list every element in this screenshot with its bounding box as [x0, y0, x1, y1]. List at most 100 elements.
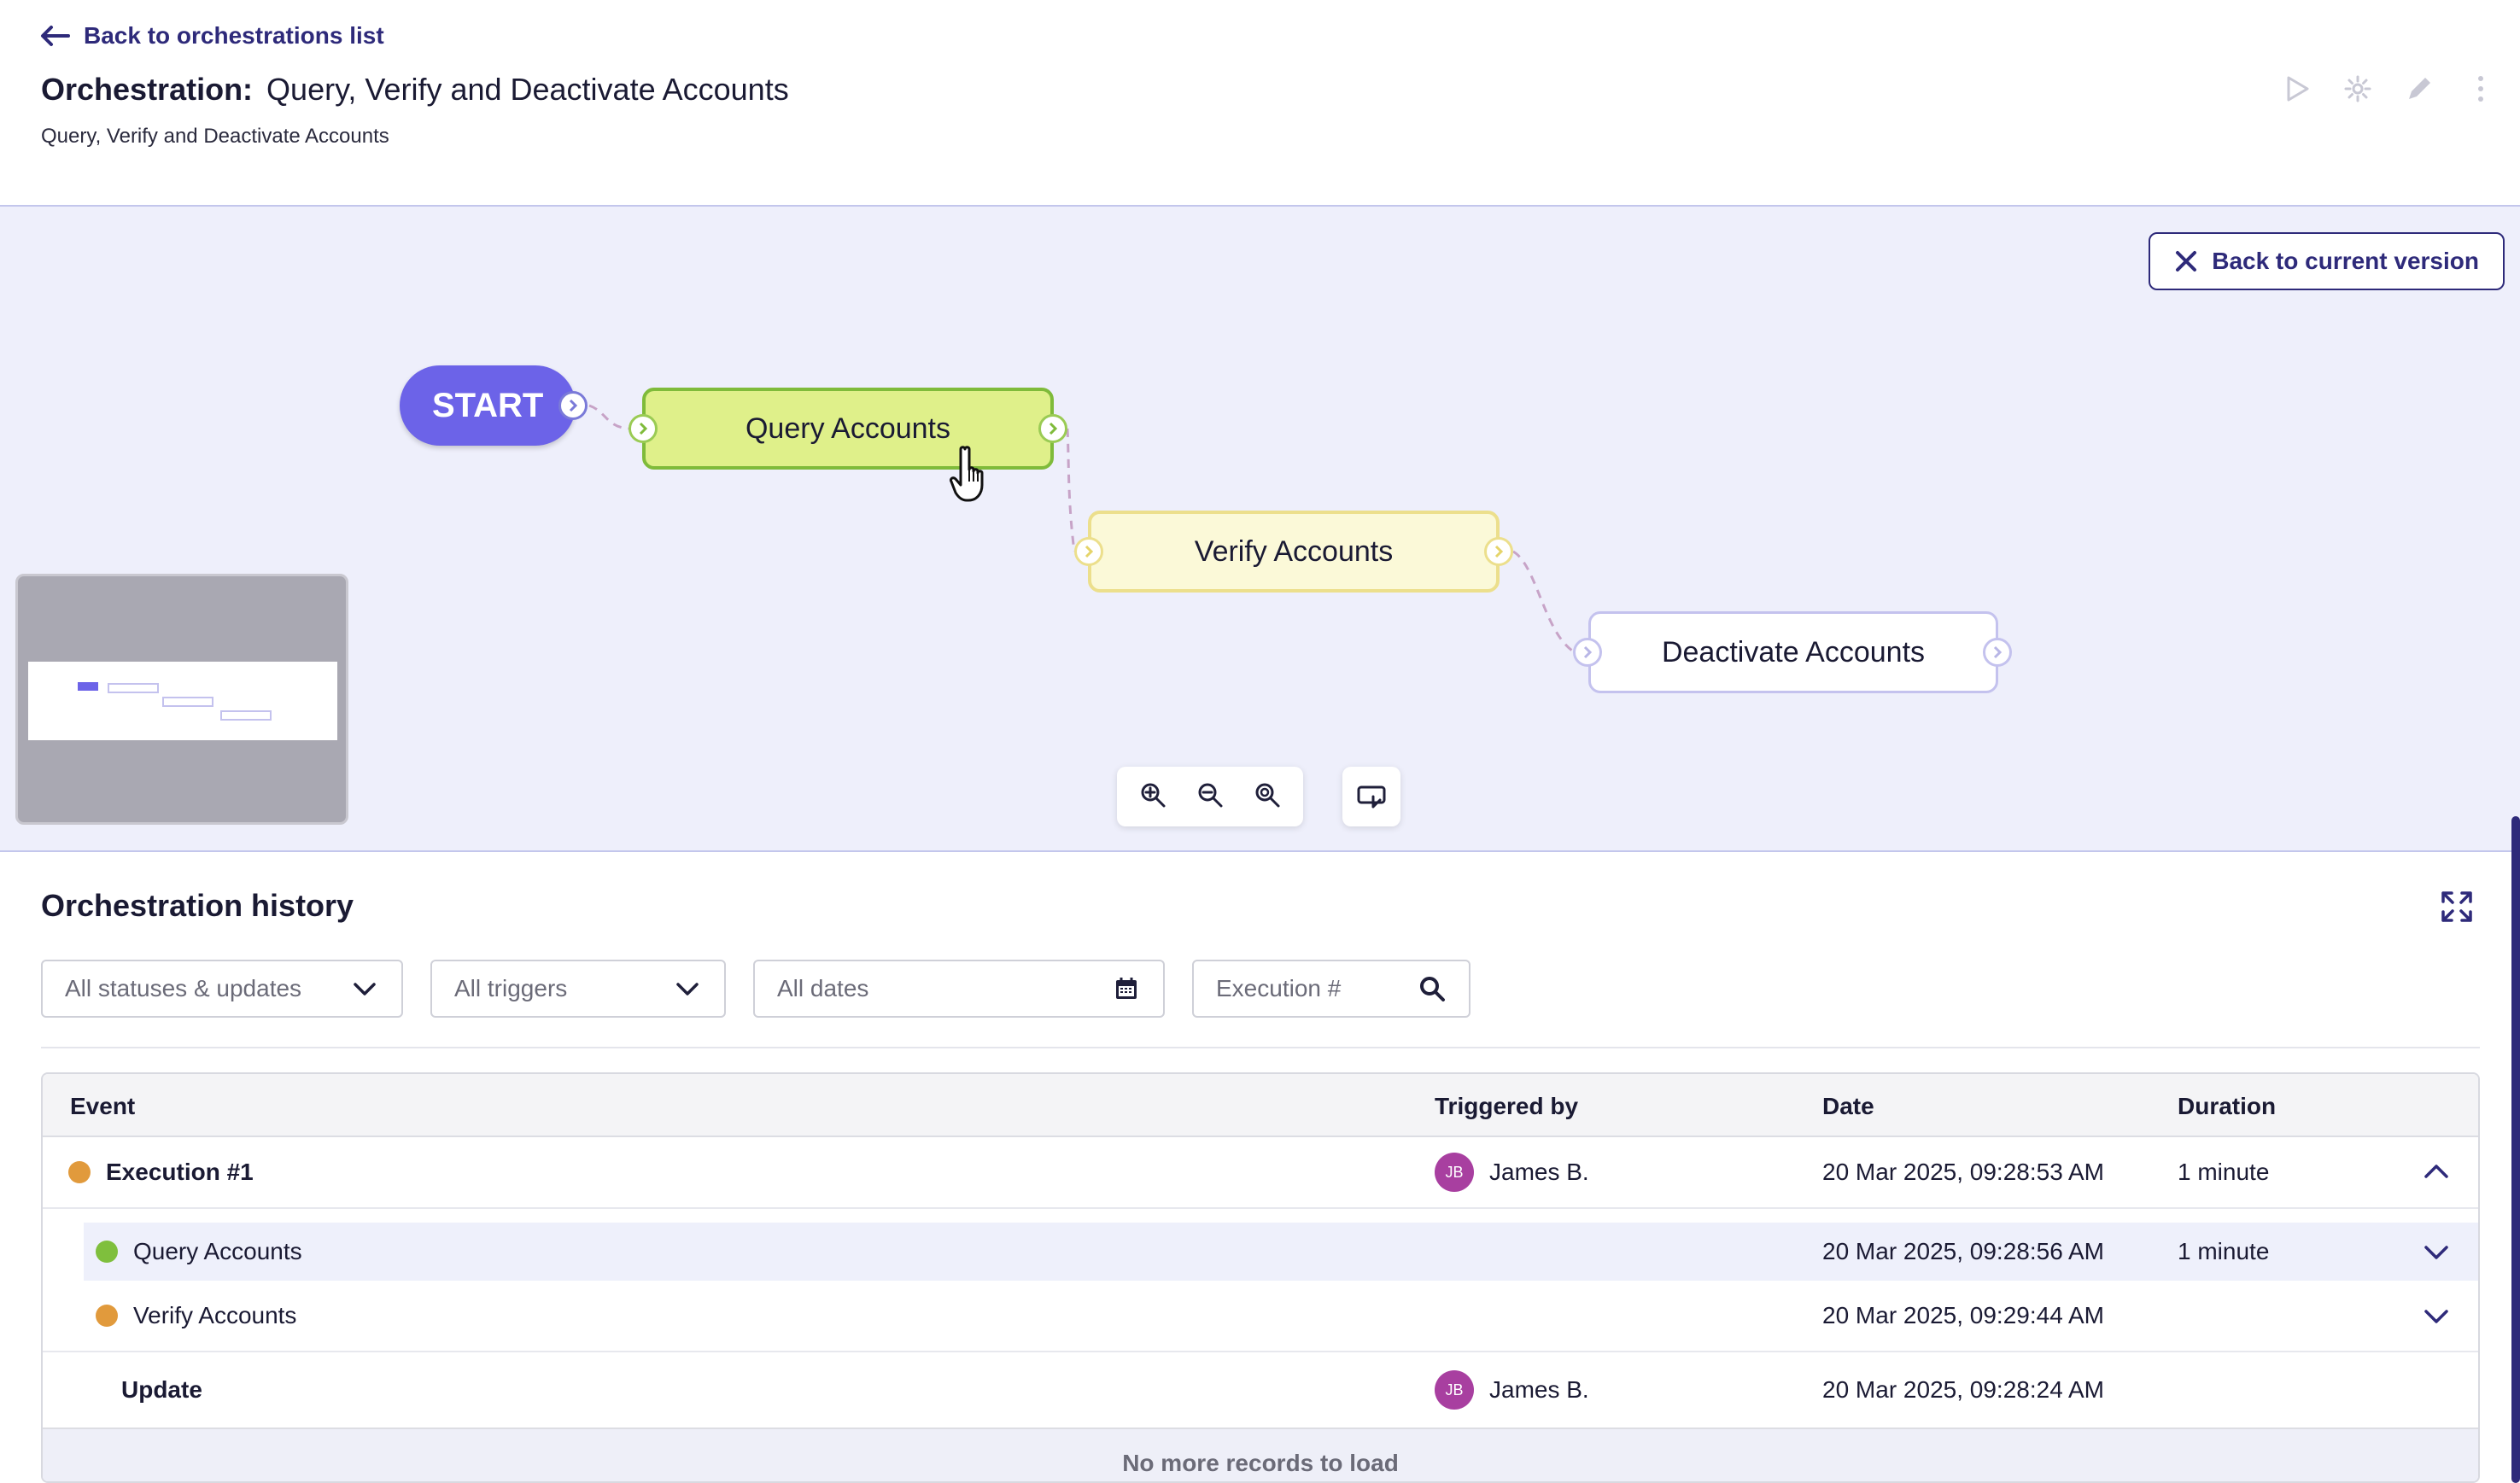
table-row-update[interactable]: Update JB James B. 20 Mar 2025, 09:28:24…	[43, 1352, 2478, 1429]
no-more-records: No more records to load	[43, 1429, 2478, 1481]
chevron-down-icon[interactable]	[2422, 1237, 2451, 1266]
chevron-right-icon	[1993, 645, 2003, 659]
date-cell: 20 Mar 2025, 09:29:44 AM	[1822, 1302, 2104, 1328]
zoom-in-button[interactable]	[1139, 781, 1166, 813]
chevron-down-icon	[354, 983, 376, 995]
status-dot	[68, 1161, 91, 1183]
title-label: Orchestration:	[41, 72, 254, 107]
zoom-out-icon	[1198, 783, 1223, 807]
table-subrow-query[interactable]: Query Accounts 20 Mar 2025, 09:28:56 AM …	[84, 1223, 2478, 1281]
column-date: Date	[1822, 1093, 1874, 1119]
deactivate-input-port[interactable]	[1573, 638, 1602, 667]
date-cell: 20 Mar 2025, 09:28:53 AM	[1822, 1159, 2104, 1185]
zoom-reset-button[interactable]	[1254, 781, 1281, 813]
node-label: Verify Accounts	[1194, 534, 1394, 568]
status-filter-value: All statuses & updates	[65, 975, 302, 1001]
start-output-port[interactable]	[558, 391, 588, 420]
minimap-viewport	[28, 662, 337, 740]
close-icon	[2176, 251, 2197, 271]
more-vertical-icon	[2478, 76, 2483, 102]
start-node[interactable]: START	[400, 365, 576, 446]
node-verify-accounts[interactable]: Verify Accounts	[1088, 511, 1500, 593]
history-filters: All statuses & updates All triggers All …	[41, 960, 1470, 1018]
node-label: Query Accounts	[745, 412, 950, 445]
settings-button[interactable]	[2342, 72, 2373, 106]
event-name: Update	[121, 1376, 202, 1403]
filters-divider	[41, 1047, 2480, 1048]
zoom-controls	[1117, 767, 1303, 826]
page-subtitle: Query, Verify and Deactivate Accounts	[41, 125, 389, 148]
user-name: James B.	[1489, 1159, 1589, 1185]
column-event: Event	[70, 1093, 136, 1119]
triggered-by-cell: JB James B.	[1435, 1153, 1589, 1192]
execution-search-placeholder: Execution #	[1216, 975, 1342, 1001]
table-row-execution[interactable]: Execution #1 JB James B. 20 Mar 2025, 09…	[43, 1137, 2478, 1209]
chevron-right-icon	[639, 422, 648, 435]
event-name: Verify Accounts	[133, 1302, 297, 1328]
chevron-up-icon[interactable]	[2422, 1158, 2451, 1187]
pencil-icon	[2409, 78, 2430, 99]
duration-cell: 1 minute	[2178, 1238, 2270, 1264]
expand-icon[interactable]	[2440, 890, 2474, 924]
search-icon	[1420, 977, 1445, 1001]
chevron-right-icon	[569, 399, 578, 412]
trigger-filter-select[interactable]: All triggers	[430, 960, 726, 1018]
node-deactivate-accounts[interactable]: Deactivate Accounts	[1588, 611, 1998, 693]
arrow-left-icon	[41, 26, 70, 46]
chevron-down-icon[interactable]	[2422, 1301, 2451, 1330]
fit-to-screen-button[interactable]	[1342, 767, 1400, 826]
run-button[interactable]	[2281, 72, 2312, 106]
trigger-filter-value: All triggers	[454, 975, 568, 1001]
date-filter-input[interactable]: All dates	[753, 960, 1165, 1018]
page-title: Orchestration: Query, Verify and Deactiv…	[41, 72, 789, 108]
status-filter-select[interactable]: All statuses & updates	[41, 960, 403, 1018]
table-subrow-verify[interactable]: Verify Accounts 20 Mar 2025, 09:29:44 AM	[43, 1281, 2478, 1352]
event-cell: Query Accounts	[96, 1238, 302, 1265]
back-version-label: Back to current version	[2212, 248, 2479, 274]
back-to-list-link[interactable]: Back to orchestrations list	[39, 22, 384, 50]
more-options-button[interactable]	[2465, 72, 2496, 106]
status-dot	[96, 1305, 118, 1327]
event-cell: Update	[121, 1376, 202, 1404]
history-table: Event Triggered by Date Duration Executi…	[41, 1072, 2480, 1483]
chevron-right-icon	[1494, 545, 1504, 558]
verify-input-port[interactable]	[1074, 537, 1103, 566]
minimap-nodes	[78, 682, 272, 721]
zoom-out-button[interactable]	[1196, 781, 1224, 813]
triggered-by-cell: JB James B.	[1435, 1370, 1589, 1410]
event-name: Execution #1	[106, 1159, 254, 1185]
back-link-label: Back to orchestrations list	[84, 22, 384, 49]
orchestration-canvas[interactable]: Back to current version START Query Acco…	[0, 207, 2520, 852]
edit-button[interactable]	[2404, 72, 2435, 106]
deactivate-output-port[interactable]	[1983, 638, 2012, 667]
gear-icon	[2344, 75, 2371, 102]
event-cell: Verify Accounts	[96, 1302, 296, 1329]
chevron-right-icon	[1049, 422, 1058, 435]
date-cell: 20 Mar 2025, 09:28:24 AM	[1822, 1376, 2104, 1403]
play-icon	[2287, 76, 2309, 102]
node-label: Deactivate Accounts	[1661, 635, 1926, 669]
query-output-port[interactable]	[1038, 414, 1067, 443]
avatar: JB	[1435, 1370, 1474, 1410]
back-to-current-version-button[interactable]: Back to current version	[2149, 232, 2505, 290]
chevron-right-icon	[1085, 545, 1094, 558]
title-value: Query, Verify and Deactivate Accounts	[266, 72, 789, 107]
history-title: Orchestration history	[41, 888, 354, 923]
execution-search-input[interactable]: Execution #	[1192, 960, 1470, 1018]
user-name: James B.	[1489, 1376, 1589, 1403]
hand-cursor-icon	[950, 446, 984, 502]
orchestration-history-panel: Orchestration history All statuses & upd…	[0, 852, 2520, 1483]
query-input-port[interactable]	[629, 414, 658, 443]
header-actions	[2281, 72, 2496, 106]
scrollbar-thumb[interactable]	[2511, 816, 2520, 1483]
column-duration: Duration	[2178, 1093, 2277, 1119]
duration-cell: 1 minute	[2178, 1159, 2270, 1185]
date-filter-value: All dates	[777, 975, 869, 1001]
avatar: JB	[1435, 1153, 1474, 1192]
minimap[interactable]	[15, 574, 348, 825]
fit-screen-icon	[1357, 785, 1386, 809]
status-dot	[96, 1241, 118, 1263]
zoom-reset-icon	[1255, 783, 1280, 807]
event-name: Query Accounts	[133, 1238, 302, 1264]
verify-output-port[interactable]	[1484, 537, 1513, 566]
